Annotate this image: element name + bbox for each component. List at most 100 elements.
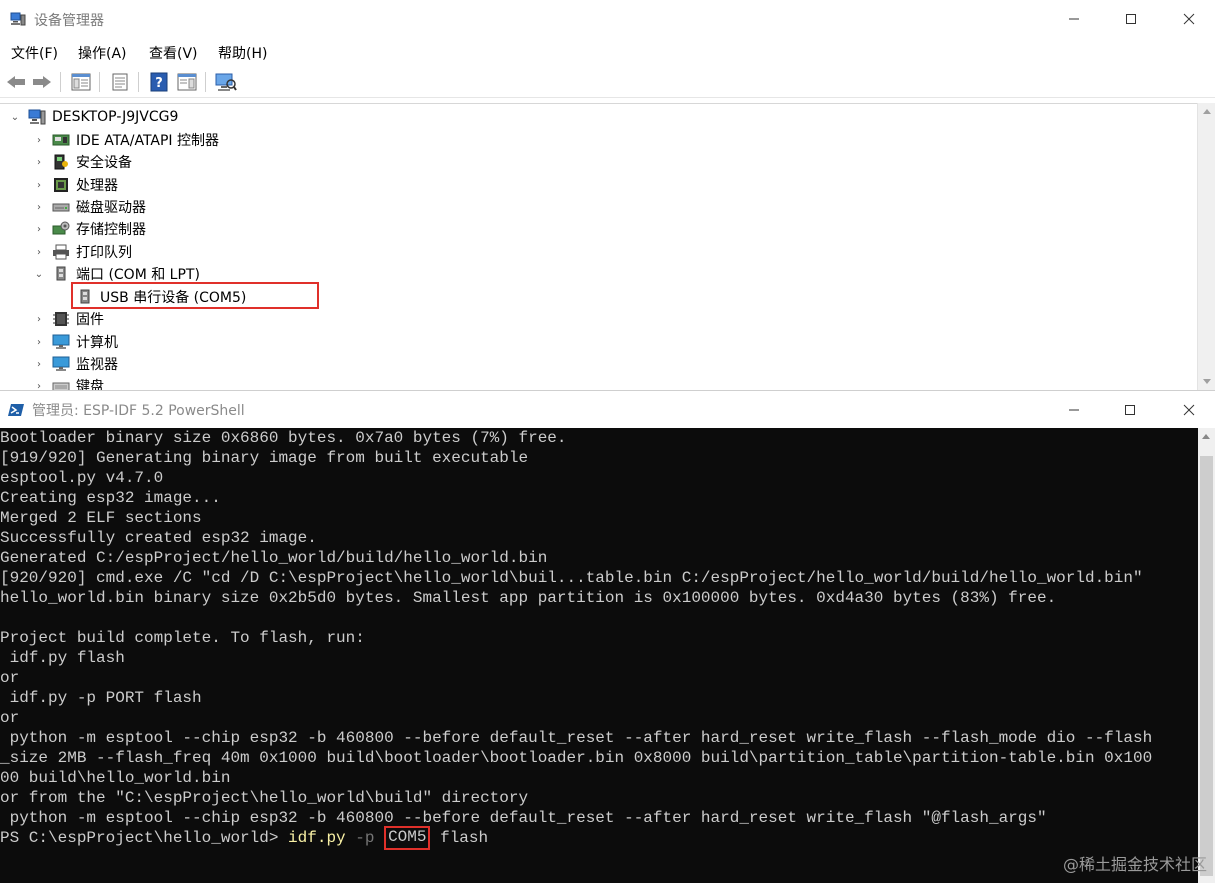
svg-text:?: ? xyxy=(155,76,163,91)
scan-hardware-icon xyxy=(215,73,237,91)
close-button[interactable] xyxy=(1160,0,1215,38)
console-line: python -m esptool --chip esp32 -b 460800… xyxy=(0,809,1047,827)
tree-node-ide-controller[interactable]: › IDE ATA/ATAPI 控制器 xyxy=(32,129,219,151)
scroll-down-icon[interactable] xyxy=(1203,379,1211,384)
computer-root-icon xyxy=(28,109,46,125)
close-icon xyxy=(1183,13,1195,25)
chevron-right-icon[interactable]: › xyxy=(32,200,46,214)
ps-close-button[interactable] xyxy=(1160,391,1215,429)
tree-node-storage-controller[interactable]: › 存储控制器 xyxy=(32,218,146,240)
menu-bar: 文件(F) 操作(A) 查看(V) 帮助(H) xyxy=(0,40,1215,64)
prompt-text: PS C:\espProject\hello_world> xyxy=(0,829,289,847)
command-name: idf.py xyxy=(288,829,346,847)
minimize-icon xyxy=(1069,18,1079,20)
chevron-right-icon[interactable]: › xyxy=(32,155,46,169)
ide-controller-icon xyxy=(52,132,70,148)
security-device-icon xyxy=(52,154,70,170)
tree-node-firmware[interactable]: › 固件 xyxy=(32,308,104,330)
window-title: 设备管理器 xyxy=(34,13,104,29)
forward-button[interactable] xyxy=(31,71,53,93)
scroll-up-icon[interactable] xyxy=(1203,109,1211,114)
tree-node-print-queue[interactable]: › 打印队列 xyxy=(32,241,132,263)
tree-node-monitor[interactable]: › 监视器 xyxy=(32,353,118,375)
processor-icon xyxy=(52,177,70,193)
console-line: _size 2MB --flash_freq 40m 0x1000 build\… xyxy=(0,749,1153,767)
chevron-right-icon[interactable]: › xyxy=(32,335,46,349)
tree-root-label: DESKTOP-J9JVCG9 xyxy=(52,109,179,125)
console-line: Project build complete. To flash, run: xyxy=(0,629,365,647)
menu-action[interactable]: 操作(A) xyxy=(78,43,127,63)
tree-node-processor[interactable]: › 处理器 xyxy=(32,174,118,196)
device-tree-scrollbar[interactable] xyxy=(1197,103,1215,390)
chevron-down-icon[interactable]: ⌄ xyxy=(32,267,46,281)
computer-icon xyxy=(52,334,70,350)
tree-node-keyboard[interactable]: › 键盘 xyxy=(32,375,104,390)
tree-root[interactable]: ⌄ DESKTOP-J9JVCG9 xyxy=(8,106,179,128)
back-button[interactable] xyxy=(5,71,27,93)
chevron-right-icon[interactable]: › xyxy=(32,357,46,371)
console-line: or xyxy=(0,669,20,687)
chevron-right-icon[interactable]: › xyxy=(32,379,46,391)
close-icon xyxy=(1183,404,1195,416)
command-flag: -p xyxy=(355,829,375,847)
console-tree-icon xyxy=(71,73,91,91)
maximize-icon xyxy=(1125,405,1135,415)
menu-file[interactable]: 文件(F) xyxy=(11,43,58,63)
ps-maximize-button[interactable] xyxy=(1101,391,1159,429)
menu-view[interactable]: 查看(V) xyxy=(149,43,198,63)
minimize-button[interactable] xyxy=(1045,0,1103,38)
action-pane-button[interactable] xyxy=(176,71,198,93)
powershell-window: 管理员: ESP-IDF 5.2 PowerShell Bootloader b… xyxy=(0,390,1215,883)
tree-node-computer[interactable]: › 计算机 xyxy=(32,331,118,353)
chevron-down-icon[interactable]: ⌄ xyxy=(8,110,22,124)
tree-node-label: 监视器 xyxy=(76,357,118,373)
tree-node-label: 端口 (COM 和 LPT) xyxy=(76,267,200,283)
watermark: @稀土掘金技术社区 xyxy=(1062,855,1207,874)
chevron-right-icon[interactable]: › xyxy=(32,245,46,259)
firmware-icon xyxy=(52,311,70,327)
console-scrollbar[interactable] xyxy=(1198,428,1215,883)
show-hide-console-tree-button[interactable] xyxy=(70,71,92,93)
menu-help[interactable]: 帮助(H) xyxy=(218,43,267,63)
chevron-right-icon[interactable]: › xyxy=(32,222,46,236)
tree-node-label: 磁盘驱动器 xyxy=(76,200,146,216)
ps-minimize-button[interactable] xyxy=(1045,391,1103,429)
tree-node-label: 固件 xyxy=(76,312,104,328)
tree-node-security-device[interactable]: › 安全设备 xyxy=(32,151,132,173)
tree-node-label: IDE ATA/ATAPI 控制器 xyxy=(76,133,220,149)
scrollbar-thumb[interactable] xyxy=(1200,456,1213,876)
help-button[interactable]: ? xyxy=(148,71,170,93)
console-line: python -m esptool --chip esp32 -b 460800… xyxy=(0,729,1153,747)
console-line: Successfully created esp32 image. xyxy=(0,529,317,547)
storage-controller-icon xyxy=(52,221,70,237)
tree-node-label: 处理器 xyxy=(76,178,118,194)
console-line: esptool.py v4.7.0 xyxy=(0,469,164,487)
tree-node-label: 存储控制器 xyxy=(76,222,146,238)
properties-button[interactable] xyxy=(109,71,131,93)
maximize-icon xyxy=(1126,14,1136,24)
console-line: idf.py -p PORT flash xyxy=(0,689,202,707)
powershell-icon xyxy=(8,402,24,422)
toolbar-separator xyxy=(138,72,139,92)
scroll-up-icon[interactable] xyxy=(1202,434,1210,439)
help-icon: ? xyxy=(150,72,168,92)
chevron-right-icon[interactable]: › xyxy=(32,133,46,147)
console-line: [919/920] Generating binary image from b… xyxy=(0,449,529,467)
chevron-right-icon[interactable]: › xyxy=(32,178,46,192)
command-prompt-line[interactable]: PS C:\espProject\hello_world> idf.py -p … xyxy=(0,826,488,850)
tree-node-label: 键盘 xyxy=(76,379,104,390)
toolbar-separator xyxy=(60,72,61,92)
tree-node-disk-drive[interactable]: › 磁盘驱动器 xyxy=(32,196,146,218)
back-arrow-icon xyxy=(7,76,25,88)
console-line: hello_world.bin binary size 0x2b5d0 byte… xyxy=(0,589,1057,607)
tree-node-label: 打印队列 xyxy=(76,245,132,261)
scan-hardware-button[interactable] xyxy=(215,71,237,93)
device-manager-titlebar: 设备管理器 xyxy=(0,0,1215,38)
console-output[interactable]: Bootloader binary size 0x6860 bytes. 0x7… xyxy=(0,428,1198,883)
powershell-title: 管理员: ESP-IDF 5.2 PowerShell xyxy=(32,403,245,419)
com5-highlight-box xyxy=(71,282,319,309)
console-line: or from the "C:\espProject\hello_world\b… xyxy=(0,789,529,807)
chevron-right-icon[interactable]: › xyxy=(32,312,46,326)
action-pane-icon xyxy=(177,73,197,91)
maximize-button[interactable] xyxy=(1102,0,1160,38)
